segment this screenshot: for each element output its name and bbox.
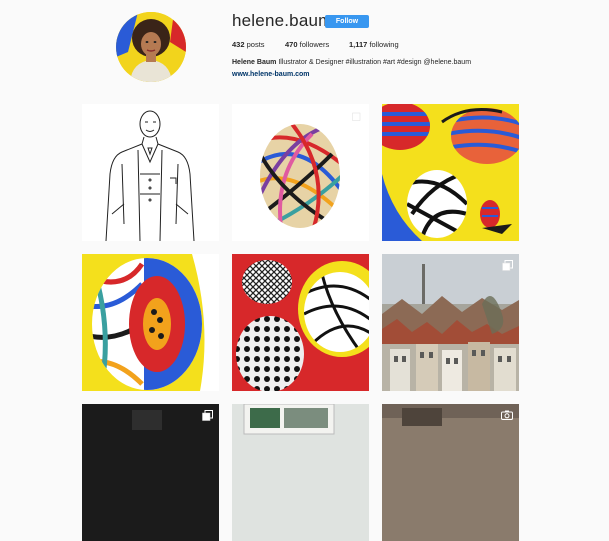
followers-stat[interactable]: 470 followers [285,40,329,49]
camera-icon [501,410,513,420]
follow-button[interactable]: Follow [325,15,369,28]
post-workspace[interactable] [382,404,519,541]
posts-count: 432 [232,40,245,49]
following-stat[interactable]: 1,117 following [349,40,399,49]
red-eggs-image [232,254,369,391]
multiple-photos-icon [352,110,363,121]
split-egg-image [82,254,219,391]
post-red-eggs[interactable] [232,254,369,391]
multiple-photos-icon [202,410,213,421]
striped-egg-image [232,104,369,241]
posts-stat: 432 posts [232,40,265,49]
post-split-egg[interactable] [82,254,219,391]
post-city-rooftops[interactable] [382,254,519,391]
posts-label: posts [246,40,265,49]
profile-website-link[interactable]: www.helene-baum.com [232,71,310,78]
man-line-drawing-image [82,104,219,241]
city-rooftops-photo [382,254,519,391]
profile-full-name: Helene Baum [232,59,277,66]
post-yellow-eggs[interactable] [382,104,519,241]
photo-print-image [232,404,369,541]
followers-count: 470 [285,40,298,49]
multiple-photos-icon [502,260,513,271]
profile-bio: Helene Baum Illustrator & Designer #illu… [232,59,471,66]
yellow-eggs-image [382,104,519,241]
post-striped-egg[interactable] [232,104,369,241]
workspace-photo [382,404,519,541]
dark-room-photo [82,404,219,541]
post-photo-print[interactable] [232,404,369,541]
following-count: 1,117 [349,40,368,49]
post-dark-room[interactable] [82,404,219,541]
followers-label: followers [299,40,330,49]
avatar-portrait-illustration [116,12,186,82]
post-man-drawing[interactable] [82,104,219,241]
following-label: following [369,40,399,49]
profile-username: helene.baum [232,11,333,30]
bio-text: Illustrator & Designer #illustration #ar… [278,59,472,66]
profile-avatar[interactable] [116,12,186,82]
